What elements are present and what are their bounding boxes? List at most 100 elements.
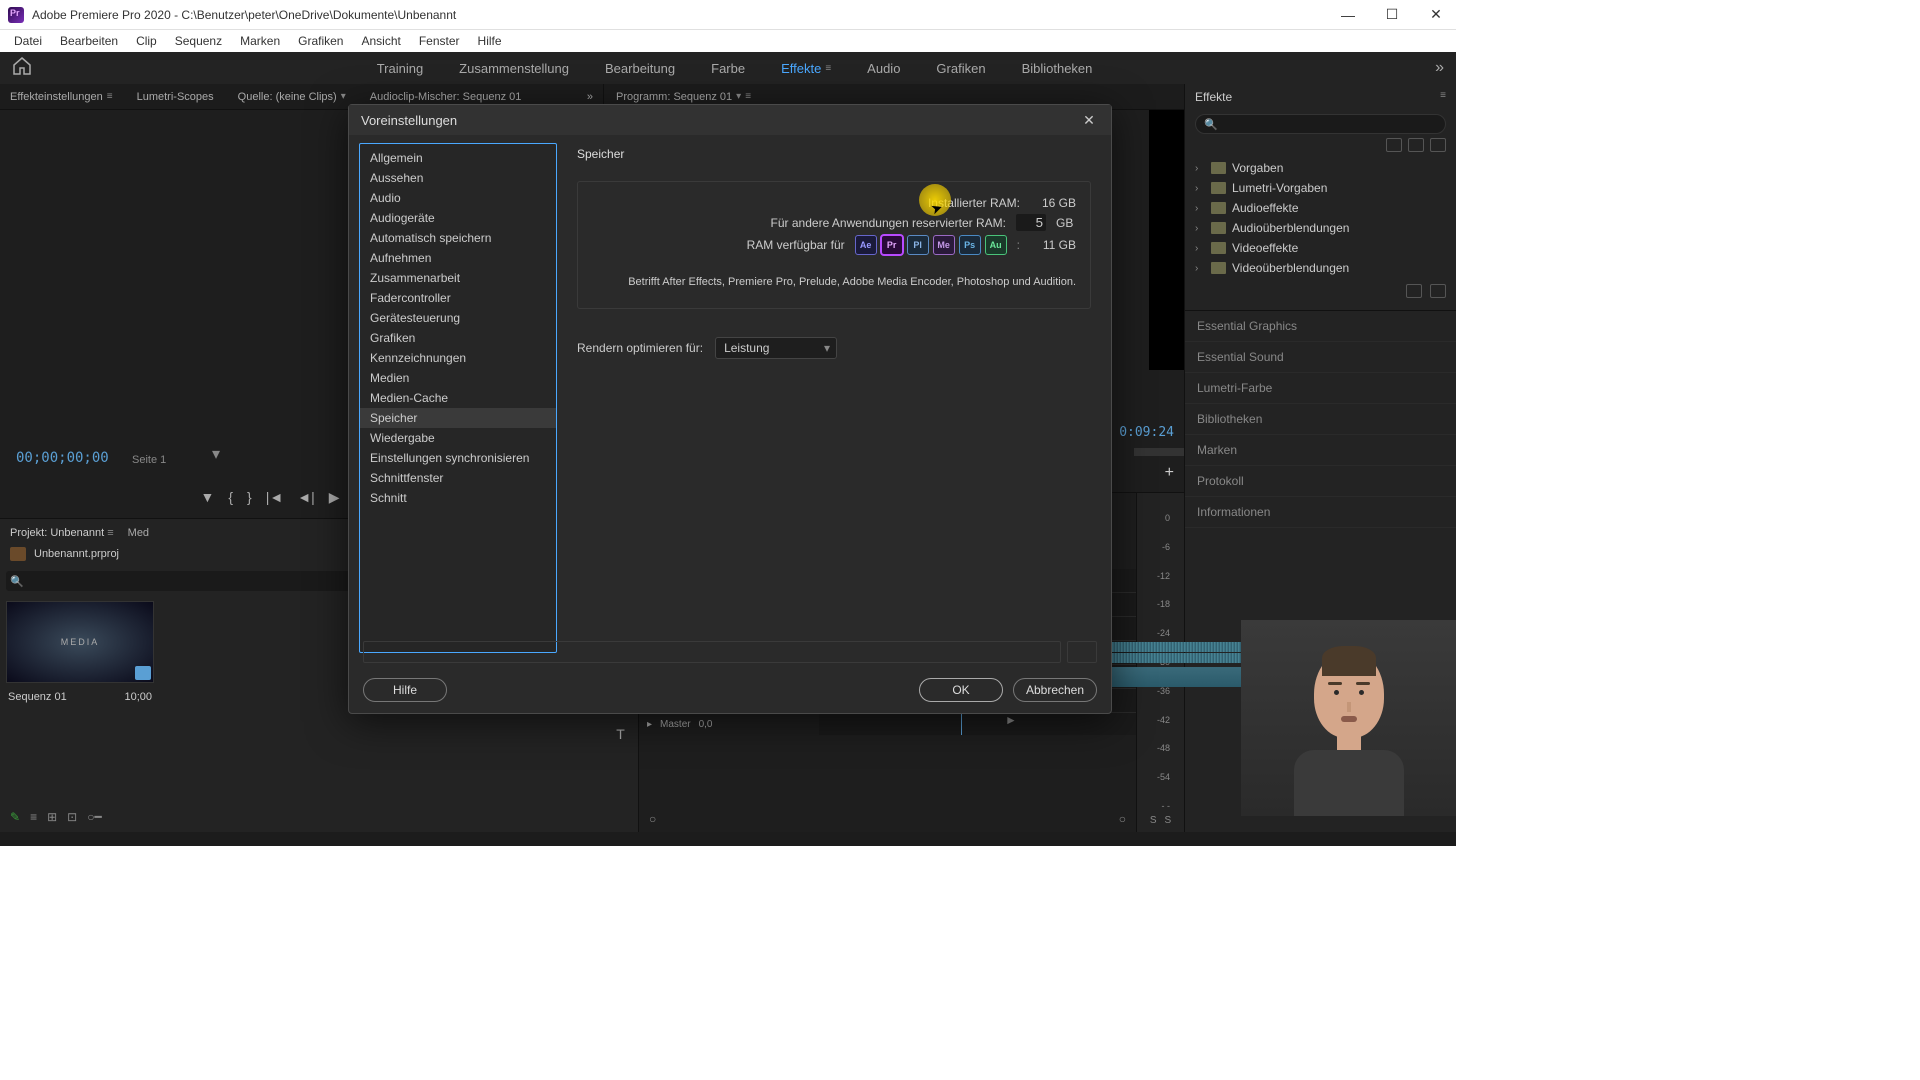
menu-hilfe[interactable]: Hilfe [470, 32, 510, 50]
program-add-button-icon[interactable]: + [1165, 464, 1174, 482]
nav-tab-grafiken[interactable]: Grafiken [934, 57, 987, 80]
master-value[interactable]: 0,0 [699, 719, 713, 730]
sequence-thumbnail[interactable]: MEDIA [6, 601, 154, 683]
src-play-icon[interactable]: ▶ [329, 489, 340, 506]
master-arrow-icon[interactable]: ► [1005, 713, 1017, 727]
menu-marken[interactable]: Marken [232, 32, 288, 50]
type-tool-icon[interactable]: T [610, 723, 632, 745]
nav-tab-training[interactable]: Training [375, 57, 425, 80]
panel-bibliotheken[interactable]: Bibliotheken [1185, 404, 1456, 435]
pref-geraetesteuerung[interactable]: Gerätesteuerung [360, 308, 556, 328]
menu-bearbeiten[interactable]: Bearbeiten [52, 32, 126, 50]
tl-zoom-in-icon[interactable]: ○ [1119, 812, 1126, 826]
dialog-close-button[interactable]: ✕ [1079, 110, 1099, 130]
effects-filter-icon[interactable] [1430, 138, 1446, 152]
effects-new-bin-icon[interactable] [1406, 284, 1422, 298]
tree-item-videoeffekte[interactable]: ›Videoeffekte [1193, 238, 1448, 258]
panel-essential-sound[interactable]: Essential Sound [1185, 342, 1456, 373]
close-window-button[interactable]: ✕ [1424, 3, 1448, 27]
src-go-in-icon[interactable]: |◄ [266, 489, 284, 506]
reserved-ram-input[interactable] [1016, 214, 1046, 231]
tab-lumetri-scopes[interactable]: Lumetri-Scopes [133, 87, 218, 107]
pref-zusammenarbeit[interactable]: Zusammenarbeit [360, 268, 556, 288]
effects-panel-menu-icon[interactable]: ≡ [1440, 90, 1446, 104]
proj-list-view-icon[interactable]: ≡ [30, 810, 37, 824]
tl-zoom-out-icon[interactable]: ○ [649, 812, 656, 826]
tree-item-vorgaben[interactable]: ›Vorgaben [1193, 158, 1448, 178]
effects-filter-icon[interactable] [1386, 138, 1402, 152]
pref-grafiken[interactable]: Grafiken [360, 328, 556, 348]
source-scale-dropdown-icon[interactable]: ▾ [212, 444, 220, 464]
menu-sequenz[interactable]: Sequenz [167, 32, 230, 50]
menu-clip[interactable]: Clip [128, 32, 165, 50]
pref-medien-cache[interactable]: Medien-Cache [360, 388, 556, 408]
master-expand-icon[interactable]: ▸ [647, 719, 652, 730]
panel-protokoll[interactable]: Protokoll [1185, 466, 1456, 497]
pref-fadercontroller[interactable]: Fadercontroller [360, 288, 556, 308]
panel-informationen[interactable]: Informationen [1185, 497, 1456, 528]
src-mark-in-icon[interactable]: { [228, 489, 233, 506]
nav-tab-bibliotheken[interactable]: Bibliotheken [1020, 57, 1095, 80]
tab-effekte[interactable]: Effekte [1195, 90, 1232, 104]
effects-delete-icon[interactable] [1430, 284, 1446, 298]
source-timecode[interactable]: 00;00;00;00 [16, 450, 109, 466]
minimize-button[interactable]: — [1336, 3, 1360, 27]
ok-button[interactable]: OK [919, 678, 1003, 702]
pref-audiogeraete[interactable]: Audiogeräte [360, 208, 556, 228]
track-content-master[interactable]: ► [819, 713, 1136, 735]
proj-new-icon[interactable]: ✎ [10, 810, 20, 824]
badge-pl-icon: Pl [907, 235, 929, 255]
pref-autospeichern[interactable]: Automatisch speichern [360, 228, 556, 248]
pref-medien[interactable]: Medien [360, 368, 556, 388]
tab-projekt[interactable]: Projekt: Unbenannt ≡ [10, 527, 114, 539]
home-icon[interactable] [12, 57, 34, 79]
tab-quelle[interactable]: Quelle: (keine Clips)▾ [234, 87, 350, 107]
effects-search[interactable]: 🔍 [1195, 114, 1446, 134]
tab-effekteinstellungen[interactable]: Effekteinstellungen≡ [6, 87, 117, 107]
pref-sync[interactable]: Einstellungen synchronisieren [360, 448, 556, 468]
nav-overflow-icon[interactable]: » [1435, 59, 1444, 77]
pref-aussehen[interactable]: Aussehen [360, 168, 556, 188]
panel-marken[interactable]: Marken [1185, 435, 1456, 466]
proj-freeform-icon[interactable]: ⊡ [67, 810, 77, 824]
src-add-marker-icon[interactable]: ▼ [200, 489, 214, 506]
chevron-right-icon: › [1195, 163, 1205, 174]
tab-med[interactable]: Med [128, 527, 149, 539]
tree-item-audioeffekte[interactable]: ›Audioeffekte [1193, 198, 1448, 218]
effects-filter-icon[interactable] [1408, 138, 1424, 152]
nav-tab-audio[interactable]: Audio [865, 57, 902, 80]
maximize-button[interactable]: ☐ [1380, 3, 1404, 27]
panel-essential-graphics[interactable]: Essential Graphics [1185, 311, 1456, 342]
menu-datei[interactable]: Datei [6, 32, 50, 50]
pref-kennzeichnungen[interactable]: Kennzeichnungen [360, 348, 556, 368]
nav-tab-effekte[interactable]: Effekte≡ [779, 57, 833, 80]
tree-item-videouberblendungen[interactable]: ›Videoüberblendungen [1193, 258, 1448, 278]
menu-grafiken[interactable]: Grafiken [290, 32, 351, 50]
tree-item-audiouberblendungen[interactable]: ›Audioüberblendungen [1193, 218, 1448, 238]
pref-speicher[interactable]: Speicher [360, 408, 556, 428]
render-optimize-select[interactable]: Leistung [715, 337, 837, 359]
nav-tab-farbe[interactable]: Farbe [709, 57, 747, 80]
sequence-name[interactable]: Sequenz 01 [8, 691, 67, 703]
pref-schnittfenster[interactable]: Schnittfenster [360, 468, 556, 488]
proj-icon-view-icon[interactable]: ⊞ [47, 810, 57, 824]
menu-ansicht[interactable]: Ansicht [353, 32, 408, 50]
panel-lumetri-farbe[interactable]: Lumetri-Farbe [1185, 373, 1456, 404]
src-mark-out-icon[interactable]: } [247, 489, 252, 506]
nav-tab-zusammenstellung[interactable]: Zusammenstellung [457, 57, 571, 80]
meter-solo-left[interactable]: S [1150, 815, 1157, 826]
pref-schnitt[interactable]: Schnitt [360, 488, 556, 508]
tree-item-lumetri[interactable]: ›Lumetri-Vorgaben [1193, 178, 1448, 198]
proj-zoom-slider[interactable]: ○━ [87, 810, 101, 824]
pref-allgemein[interactable]: Allgemein [360, 148, 556, 168]
program-scrub-bar[interactable] [1134, 448, 1184, 456]
menu-fenster[interactable]: Fenster [411, 32, 468, 50]
nav-tab-bearbeitung[interactable]: Bearbeitung [603, 57, 677, 80]
meter-solo-right[interactable]: S [1165, 815, 1172, 826]
help-button[interactable]: Hilfe [363, 678, 447, 702]
src-step-back-icon[interactable]: ◄| [297, 489, 315, 506]
pref-audio[interactable]: Audio [360, 188, 556, 208]
pref-aufnehmen[interactable]: Aufnehmen [360, 248, 556, 268]
cancel-button[interactable]: Abbrechen [1013, 678, 1097, 702]
pref-wiedergabe[interactable]: Wiedergabe [360, 428, 556, 448]
